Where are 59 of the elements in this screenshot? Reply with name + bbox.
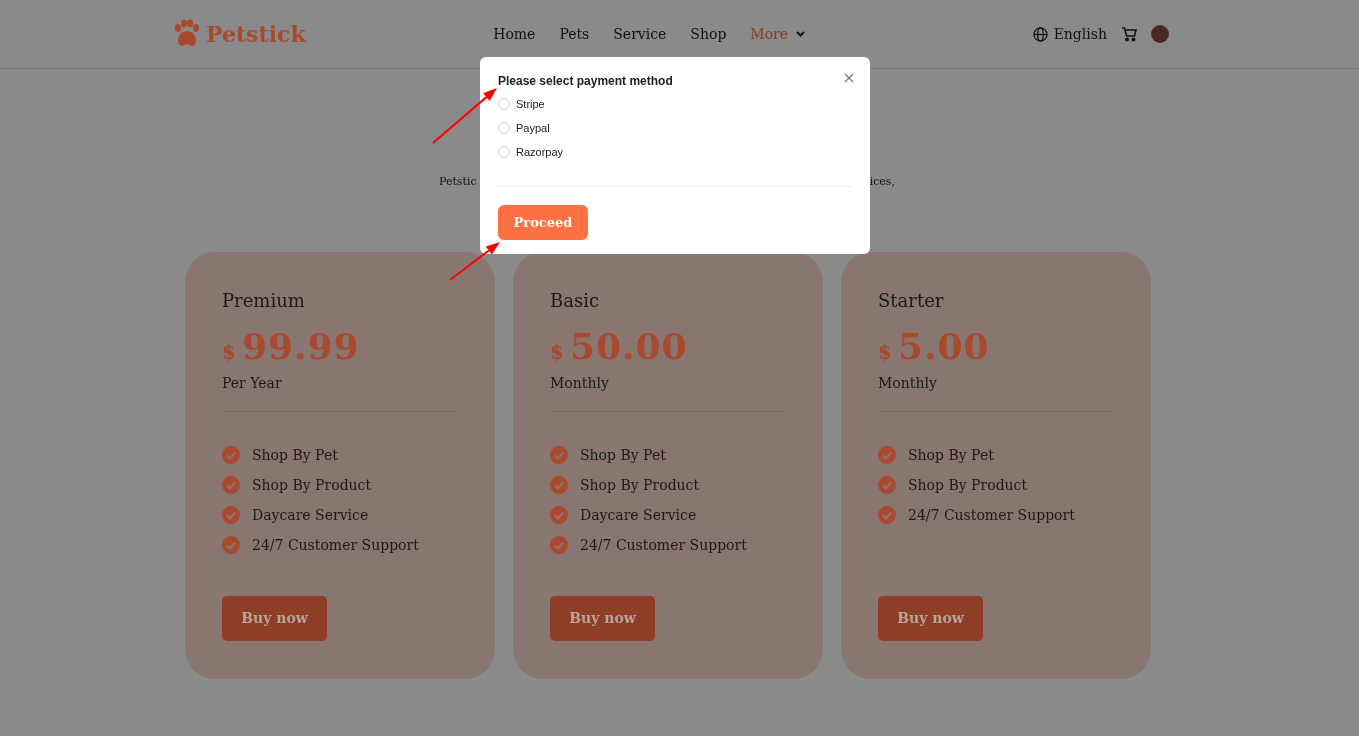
- feature-text: Shop By Product: [252, 477, 372, 493]
- dialog-title: Please select payment method: [498, 74, 673, 88]
- annotation-arrow: [433, 88, 497, 143]
- feature-text: 24/7 Customer Support: [580, 537, 747, 553]
- radio-button[interactable]: [498, 122, 510, 134]
- feature-text: Shop By Pet: [252, 447, 338, 463]
- feature-text: Shop By Product: [908, 477, 1028, 493]
- currency-symbol: $: [222, 340, 236, 364]
- check-circle-icon: [550, 446, 568, 464]
- close-icon[interactable]: [844, 73, 854, 83]
- check-circle-icon: [222, 446, 240, 464]
- paw-logo-icon: [172, 19, 202, 49]
- feature-text: 24/7 Customer Support: [252, 537, 419, 553]
- plan-price: 99.99: [241, 325, 360, 367]
- plan-price: 50.00: [569, 325, 688, 367]
- check-circle-icon: [878, 506, 896, 524]
- cart-icon[interactable]: [1121, 26, 1137, 42]
- feature-text: Daycare Service: [580, 507, 697, 523]
- feature-text: Shop By Pet: [908, 447, 994, 463]
- check-circle-icon: [550, 476, 568, 494]
- billing-period: Per Year: [222, 375, 283, 391]
- check-circle-icon: [222, 536, 240, 554]
- payment-option[interactable]: Razorpay: [498, 144, 852, 160]
- check-circle-icon: [222, 476, 240, 494]
- billing-period: Monthly: [878, 375, 938, 391]
- check-circle-icon: [550, 506, 568, 524]
- nav-link[interactable]: Shop: [678, 26, 739, 42]
- currency-symbol: $: [550, 340, 564, 364]
- feature-text: Shop By Pet: [580, 447, 666, 463]
- feature-text: Daycare Service: [252, 507, 369, 523]
- currency-symbol: $: [878, 340, 892, 364]
- radio-button[interactable]: [498, 146, 510, 158]
- nav-link[interactable]: Pets: [547, 26, 602, 42]
- check-circle-icon: [878, 476, 896, 494]
- check-circle-icon: [550, 536, 568, 554]
- buy-now-button[interactable]: Buy now: [878, 595, 983, 641]
- plan-name: Starter: [878, 290, 945, 311]
- radio-button[interactable]: [498, 98, 510, 110]
- avatar[interactable]: [1151, 25, 1169, 43]
- feature-text: 24/7 Customer Support: [908, 507, 1075, 523]
- nav-link[interactable]: Home: [481, 26, 548, 42]
- plan-price: 5.00: [897, 325, 990, 367]
- check-circle-icon: [222, 506, 240, 524]
- globe-icon: [1032, 26, 1048, 42]
- annotation-arrow: [450, 242, 500, 280]
- buy-now-button[interactable]: Buy now: [550, 595, 655, 641]
- plan-name: Premium: [222, 290, 306, 311]
- payment-option[interactable]: Stripe: [498, 96, 852, 112]
- proceed-button[interactable]: Proceed: [498, 205, 588, 240]
- nav-link[interactable]: Service: [601, 26, 679, 42]
- check-circle-icon: [878, 446, 896, 464]
- subtitle-fragment: Petstic: [439, 175, 477, 188]
- plan-name: Basic: [550, 290, 601, 311]
- feature-text: Shop By Product: [580, 477, 700, 493]
- buy-now-button[interactable]: Buy now: [222, 595, 327, 641]
- language-selector[interactable]: English: [1032, 26, 1107, 42]
- payment-option[interactable]: Paypal: [498, 120, 852, 136]
- billing-period: Monthly: [550, 375, 610, 391]
- subtitle-fragment: ices,: [869, 175, 895, 188]
